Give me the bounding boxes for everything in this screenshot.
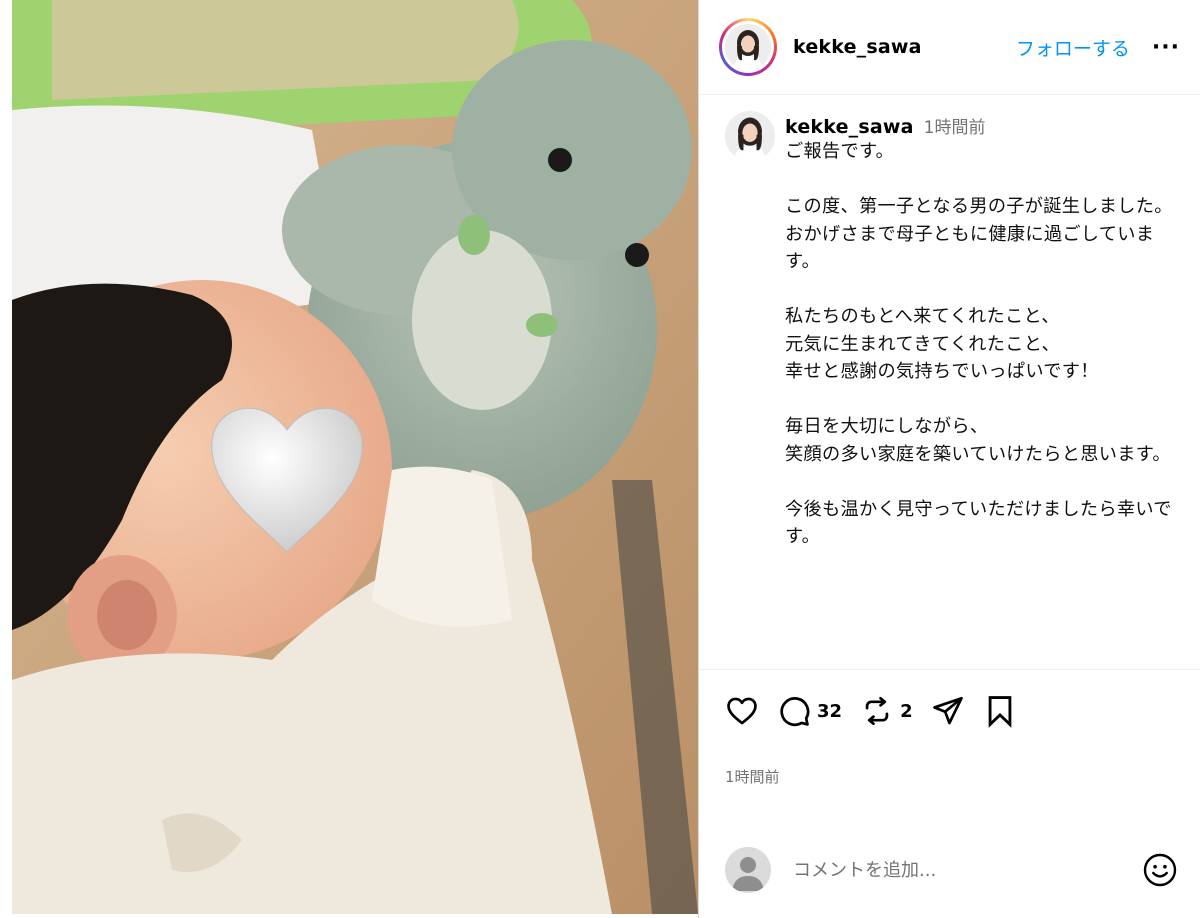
repost-button[interactable]: 2 [860,694,913,728]
heart-icon [727,697,757,725]
more-options-icon[interactable]: ··· [1152,35,1180,60]
bookmark-icon [988,696,1011,728]
profile-avatar-story-ring[interactable] [719,18,777,76]
avatar [725,24,771,70]
comment-count: 32 [817,700,843,722]
post-photo[interactable] [12,0,698,914]
comment-icon [780,697,810,727]
caption-body: kekke_sawa 1時間前 ご報告です。 この度、第一子となる男の子が誕生し… [785,111,1176,669]
send-icon [932,696,963,725]
profile-picture [725,111,775,161]
action-bar: 32 2 [699,670,1200,752]
repost-icon [865,696,889,726]
current-user-avatar [725,847,771,893]
header-username[interactable]: kekke_sawa [793,36,922,58]
follow-button[interactable]: フォローする [1016,34,1130,61]
like-button[interactable] [725,694,759,728]
save-button[interactable] [983,694,1017,728]
emoji-icon[interactable] [1142,852,1178,888]
post-timestamp[interactable]: 1時間前 [699,752,1200,810]
post-side-panel: kekke_sawa フォローする ··· kekke_sawa 1時間前 ご報… [698,0,1200,918]
comment-row [699,838,1200,902]
caption-timestamp[interactable]: 1時間前 [924,113,986,138]
caption-user-row: kekke_sawa 1時間前 [785,113,1176,138]
baby-photo-illustration [12,0,698,914]
share-button[interactable] [931,694,965,728]
caption-username[interactable]: kekke_sawa [785,116,914,138]
caption-avatar[interactable] [725,111,775,161]
post-header: kekke_sawa フォローする ··· [699,0,1200,95]
caption-area: kekke_sawa 1時間前 ご報告です。 この度、第一子となる男の子が誕生し… [699,95,1200,669]
default-user-icon [725,847,771,893]
profile-picture [725,24,771,70]
caption-text: ご報告です。 この度、第一子となる男の子が誕生しました。 おかげさまで母子ともに… [785,141,1173,547]
comment-input[interactable] [793,859,1142,881]
comment-button[interactable]: 32 [777,694,842,728]
actions-section: 32 2 1時間前 [699,669,1200,810]
repost-count: 2 [900,700,913,722]
